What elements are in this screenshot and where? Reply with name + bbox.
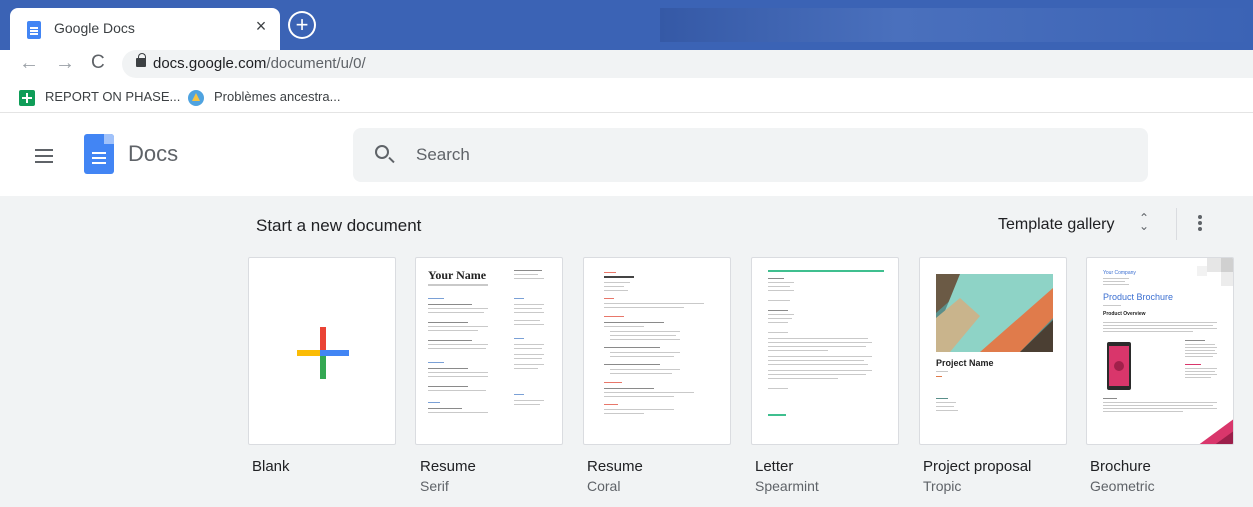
more-options-icon[interactable] — [1198, 215, 1202, 219]
template-variant: Coral — [587, 478, 621, 494]
divider — [1176, 208, 1177, 240]
template-gallery-button[interactable]: Template gallery ⌃ ⌄ — [998, 212, 1149, 234]
template-card-project-tropic[interactable]: Project Name — [919, 257, 1067, 445]
preview-title: Your Name — [428, 268, 487, 282]
template-name[interactable]: Resume — [420, 458, 476, 475]
url-host: docs.google.com — [153, 55, 267, 72]
url-text: docs.google.com/document/u/0/ — [153, 55, 366, 72]
search-icon — [375, 145, 389, 159]
docs-logo-icon[interactable] — [84, 134, 114, 174]
docs-favicon-icon — [27, 21, 41, 39]
template-section: Start a new document Template gallery ⌃ ⌄… — [0, 196, 1253, 507]
preview-title: Product Brochure — [1103, 292, 1174, 302]
template-card-brochure-geometric[interactable]: Your Company Product Brochure Product Ov… — [1086, 257, 1234, 445]
site-bookmark-icon — [188, 90, 204, 106]
reload-icon[interactable]: C — [91, 52, 105, 74]
template-variant: Spearmint — [755, 478, 819, 494]
tropic-graphic — [936, 274, 1053, 352]
search-placeholder: Search — [416, 145, 470, 164]
preview-title: Project Name — [936, 358, 994, 368]
forward-arrow-icon[interactable]: → — [55, 52, 75, 75]
tab-title: Google Docs — [54, 20, 135, 36]
new-tab-button[interactable]: + — [288, 11, 316, 39]
tab-close-icon[interactable]: × — [251, 16, 271, 36]
preview-company: Your Company — [1103, 270, 1136, 276]
template-name[interactable]: Project proposal — [923, 458, 1031, 475]
lock-icon — [136, 53, 146, 67]
template-card-blank[interactable] — [248, 257, 396, 445]
bookmark-problemes[interactable]: Problèmes ancestra... — [214, 89, 340, 104]
main-menu-icon[interactable] — [35, 149, 53, 151]
bookmark-report[interactable]: REPORT ON PHASE... — [45, 89, 180, 104]
template-variant: Tropic — [923, 478, 962, 494]
template-variant: Serif — [420, 478, 449, 494]
template-card-resume-serif[interactable]: Your Name — [415, 257, 563, 445]
url-path: /document/u/0/ — [266, 55, 366, 72]
docs-header: Docs Search — [0, 113, 1253, 196]
template-gallery-label: Template gallery — [998, 216, 1115, 233]
plus-icon: + — [295, 12, 309, 37]
background-window-titles — [660, 8, 1253, 42]
geometric-graphic — [1107, 258, 1233, 444]
template-name[interactable]: Resume — [587, 458, 643, 475]
app-name[interactable]: Docs — [128, 141, 178, 167]
back-arrow-icon[interactable]: ← — [19, 52, 39, 75]
template-card-resume-coral[interactable] — [583, 257, 731, 445]
preview-section: Product Overview — [1103, 311, 1146, 317]
browser-tab[interactable]: Google Docs × — [10, 8, 280, 50]
template-name[interactable]: Letter — [755, 458, 793, 475]
sheets-bookmark-icon — [19, 90, 35, 106]
section-heading: Start a new document — [256, 216, 422, 235]
google-plus-icon — [297, 327, 349, 379]
unfold-icon: ⌃ ⌄ — [1139, 211, 1150, 233]
template-name[interactable]: Brochure — [1090, 458, 1151, 475]
template-name[interactable]: Blank — [252, 458, 290, 475]
template-variant: Geometric — [1090, 478, 1155, 494]
template-card-letter-spearmint[interactable] — [751, 257, 899, 445]
search-input[interactable]: Search — [353, 128, 1148, 182]
address-bar[interactable]: docs.google.com/document/u/0/ — [122, 50, 1253, 78]
browser-tab-strip: Google Docs × + — [0, 0, 1253, 50]
browser-toolbar: ← → C docs.google.com/document/u/0/ — [0, 50, 1253, 80]
